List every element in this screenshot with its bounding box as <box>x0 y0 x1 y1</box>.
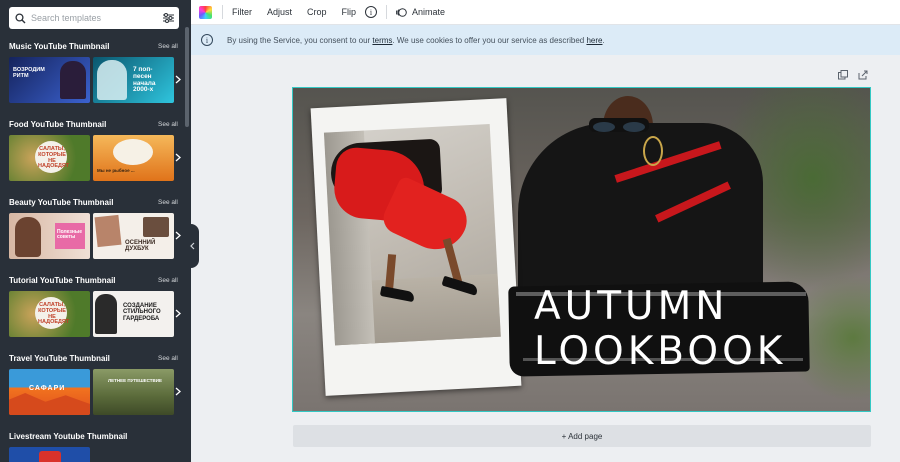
adjust-button[interactable]: Adjust <box>267 7 292 17</box>
here-link[interactable]: here <box>586 36 602 45</box>
chevron-right-icon[interactable] <box>173 72 183 86</box>
toolbar-divider <box>386 5 388 19</box>
template-thumb[interactable]: 7 поп-песен начала 2000-х <box>93 57 174 103</box>
cookie-banner-text: By using the Service, you consent to our… <box>227 35 605 45</box>
sidebar-scrollbar[interactable] <box>185 27 189 127</box>
color-swatch-icon[interactable] <box>199 5 212 19</box>
template-thumb[interactable] <box>9 447 90 462</box>
see-all-link-tutorial[interactable]: See all <box>158 277 178 284</box>
section-title-tutorial: Tutorial YouTube Thumbnail <box>9 276 116 285</box>
search-input[interactable]: Search templates <box>31 13 157 23</box>
section-title-travel: Travel YouTube Thumbnail <box>9 354 110 363</box>
cookie-consent-banner: i By using the Service, you consent to o… <box>191 25 900 55</box>
template-thumb[interactable]: ВОЗРОДИМ РИТМ <box>9 57 90 103</box>
see-all-link-beauty[interactable]: See all <box>158 199 178 206</box>
polaroid-photo <box>323 123 501 346</box>
chevron-right-icon[interactable] <box>173 306 183 320</box>
section-title-food: Food YouTube Thumbnail <box>9 120 107 129</box>
see-all-link-travel[interactable]: See all <box>158 355 178 362</box>
templates-sidebar: Search templates Music YouTube Thumbnail… <box>0 0 191 462</box>
info-icon[interactable]: i <box>365 6 378 18</box>
filter-button[interactable]: Filter <box>232 7 252 17</box>
template-thumb[interactable]: САЛАТЫ, КОТОРЫЕ НЕ НАДОЕДЯТ <box>9 291 90 337</box>
animate-button[interactable]: Animate <box>412 7 445 17</box>
image-edit-toolbar: Filter Adjust Crop Flip i Animate <box>191 0 900 25</box>
info-icon: i <box>201 34 213 46</box>
section-title-music: Music YouTube Thumbnail <box>9 42 110 51</box>
add-page-icon[interactable] <box>858 70 868 80</box>
collapse-sidebar-handle[interactable] <box>186 224 199 268</box>
duplicate-page-icon[interactable] <box>838 70 848 80</box>
headline-text[interactable]: AUTUMN LOOKBOOK <box>534 284 786 374</box>
terms-link[interactable]: terms <box>372 36 392 45</box>
see-all-link-food[interactable]: See all <box>158 121 178 128</box>
crop-button[interactable]: Crop <box>307 7 327 17</box>
see-all-link-music[interactable]: See all <box>158 43 178 50</box>
polaroid-frame[interactable] <box>310 98 522 396</box>
chevron-right-icon[interactable] <box>173 228 183 242</box>
section-title-livestream: Livestream Youtube Thumbnail <box>9 432 128 441</box>
chevron-right-icon[interactable] <box>173 150 183 164</box>
page-tools <box>838 70 868 80</box>
template-thumb[interactable]: СОЗДАНИЕ СТИЛЬНОГО ГАРДЕРОБА <box>93 291 174 337</box>
template-thumb[interactable]: ЛЕТНЕЕ ПУТЕШЕСТВИЕ <box>93 369 174 415</box>
design-canvas[interactable]: AUTUMN LOOKBOOK <box>292 87 871 412</box>
template-thumb[interactable]: Мы не рыбное ... <box>93 135 174 181</box>
animate-icon <box>396 7 407 18</box>
template-thumb[interactable]: ОСЕННИЙ ДУХБУК <box>93 213 174 259</box>
template-thumb[interactable]: Полезные советы <box>9 213 90 259</box>
filter-sliders-icon[interactable] <box>157 7 179 29</box>
add-page-button[interactable]: + Add page <box>293 425 871 447</box>
search-icon <box>9 7 31 29</box>
chevron-left-icon <box>190 237 195 255</box>
flip-button[interactable]: Flip <box>342 7 357 17</box>
section-title-beauty: Beauty YouTube Thumbnail <box>9 198 114 207</box>
toolbar-divider <box>222 5 223 19</box>
template-thumb[interactable]: САФАРИ <box>9 369 90 415</box>
chevron-right-icon[interactable] <box>173 384 183 398</box>
search-templates-field[interactable]: Search templates <box>9 7 179 29</box>
template-thumb[interactable]: САЛАТЫ, КОТОРЫЕ НЕ НАДОЕДЯТ <box>9 135 90 181</box>
